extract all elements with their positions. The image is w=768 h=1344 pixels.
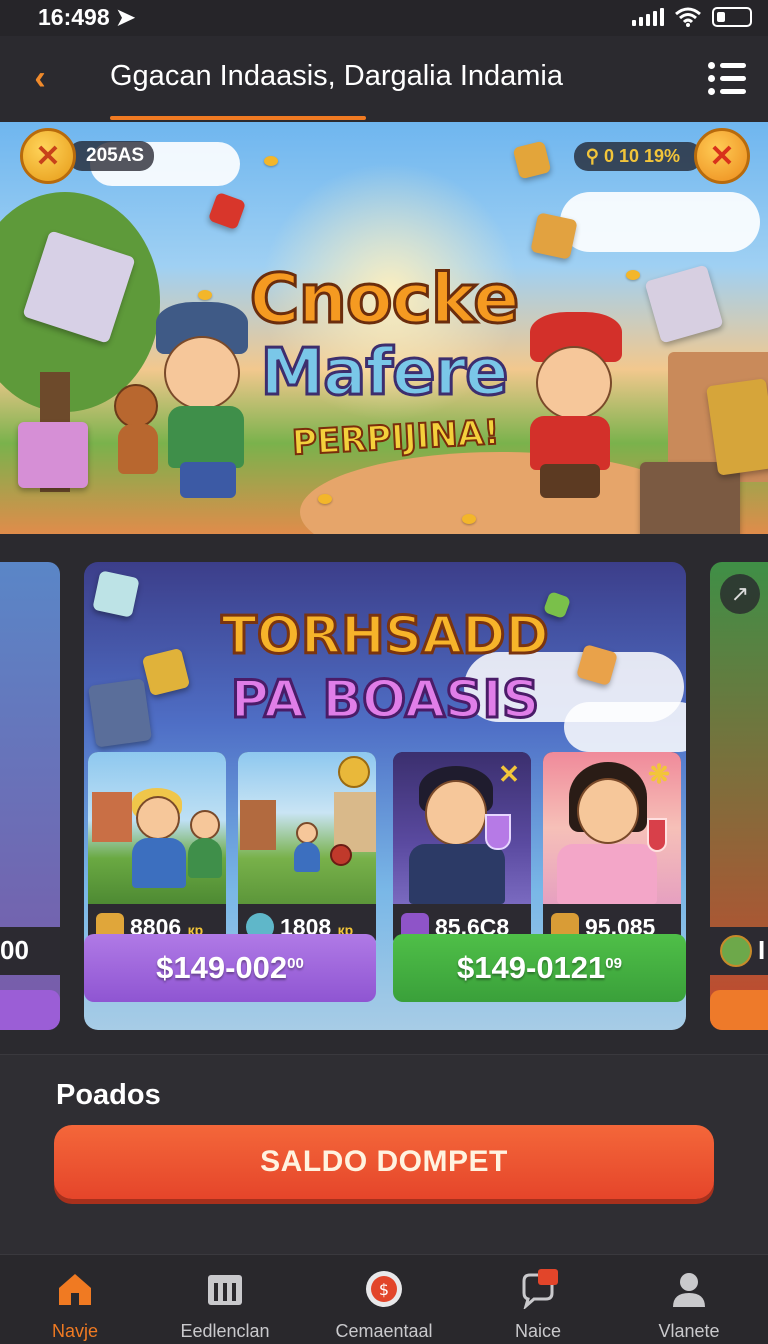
svg-text:$: $ xyxy=(379,1280,389,1299)
back-button[interactable]: ‹ xyxy=(22,58,58,98)
gift-box-illustration xyxy=(18,422,88,488)
profile-icon xyxy=(673,1273,705,1307)
wine-glass-icon xyxy=(485,814,511,850)
currency-badge-left[interactable]: ✕ 205AS xyxy=(20,128,155,184)
menu-list-icon xyxy=(708,61,746,69)
next-card-buy-button[interactable] xyxy=(710,990,768,1030)
close-coin-icon: ✕ xyxy=(20,128,76,184)
currency-amount: 205AS xyxy=(68,141,155,171)
wifi-icon xyxy=(675,7,701,27)
offer-tile[interactable]: 8806 кр xyxy=(88,752,226,948)
wine-glass-icon xyxy=(647,818,667,852)
chevron-left-icon: ‹ xyxy=(34,59,46,97)
home-icon xyxy=(59,1274,91,1305)
offer-card-previous[interactable]: 00 xyxy=(0,562,60,1030)
buy-button-green[interactable]: $149-0121 09 xyxy=(393,934,686,1002)
offer-title: TORHSADD xyxy=(220,605,550,668)
reward-progress: ⚲ 0 10 19% xyxy=(573,141,702,171)
coin-icon: $ xyxy=(366,1271,402,1307)
tile-image-village-scene xyxy=(238,752,376,904)
battery-icon xyxy=(712,7,752,27)
location-arrow-icon: ➤ xyxy=(116,4,136,30)
tab-chat[interactable]: Naice xyxy=(463,1255,613,1344)
chat-icon xyxy=(522,1269,558,1309)
key-icon: ⚲ xyxy=(585,145,599,166)
tile-image-village-boys xyxy=(88,752,226,904)
app-header: ‹ Ggacan Indaasis, Dargalia Indamia xyxy=(0,36,768,122)
close-x-icon: ✕ xyxy=(498,759,520,789)
status-bar: 16:498 ➤ xyxy=(0,0,768,36)
currency-badge-right[interactable]: ⚲ 0 10 19% ✕ xyxy=(573,128,750,184)
bottom-tab-bar: Navje Eedlenclan $ Cemaentaal Naice Vlan… xyxy=(0,1254,768,1344)
signal-icon xyxy=(632,8,664,26)
tab-home[interactable]: Navje xyxy=(0,1255,150,1344)
coin-icon xyxy=(338,756,370,788)
store-icon xyxy=(208,1275,242,1305)
offer-carousel[interactable]: 00 TORHSADD PA BOASIS 8806 кр 1808 кр ✕ … xyxy=(0,534,768,1054)
status-icons xyxy=(632,6,752,28)
tab-profile[interactable]: Vlanete xyxy=(614,1255,764,1344)
offer-tile[interactable]: ❋ 95,085 xyxy=(543,752,681,948)
previous-card-buy-button[interactable] xyxy=(0,990,60,1030)
sparkle-icon: ❋ xyxy=(648,759,670,789)
gem-icon xyxy=(720,935,752,967)
share-icon[interactable]: ↗ xyxy=(720,574,760,614)
hero-title: Cnocke xyxy=(248,259,521,341)
hero-subtitle: Mafere xyxy=(259,335,510,412)
next-card-value: I xyxy=(758,935,766,965)
previous-card-value: 00 xyxy=(0,935,29,965)
section-label: Poados xyxy=(56,1079,161,1111)
offer-card-next[interactable]: ↗ I xyxy=(710,562,768,1030)
offer-tile[interactable]: 1808 кр xyxy=(238,752,376,948)
status-time: 16:498 ➤ xyxy=(38,4,136,30)
title-underline xyxy=(110,116,366,120)
offer-tile[interactable]: ✕ 85,6C8 xyxy=(393,752,531,948)
tab-store[interactable]: Eedlenclan xyxy=(150,1255,300,1344)
page-title: Ggacan Indaasis, Dargalia Indamia xyxy=(110,60,563,92)
offer-subtitle: PA BOASIS xyxy=(229,669,541,732)
wallet-section: Poados SALDO DOMPET xyxy=(0,1054,768,1254)
menu-button[interactable] xyxy=(708,61,746,95)
close-icon[interactable]: ✕ xyxy=(694,128,750,184)
buy-button-purple[interactable]: $149-002 00 xyxy=(84,934,376,1002)
wallet-balance-button[interactable]: SALDO DOMPET xyxy=(54,1125,714,1199)
tab-coins[interactable]: $ Cemaentaal xyxy=(309,1255,459,1344)
hero-banner[interactable]: Cnocke Mafere PERPIJINA! ✕ 205AS ⚲ 0 10 … xyxy=(0,122,768,534)
